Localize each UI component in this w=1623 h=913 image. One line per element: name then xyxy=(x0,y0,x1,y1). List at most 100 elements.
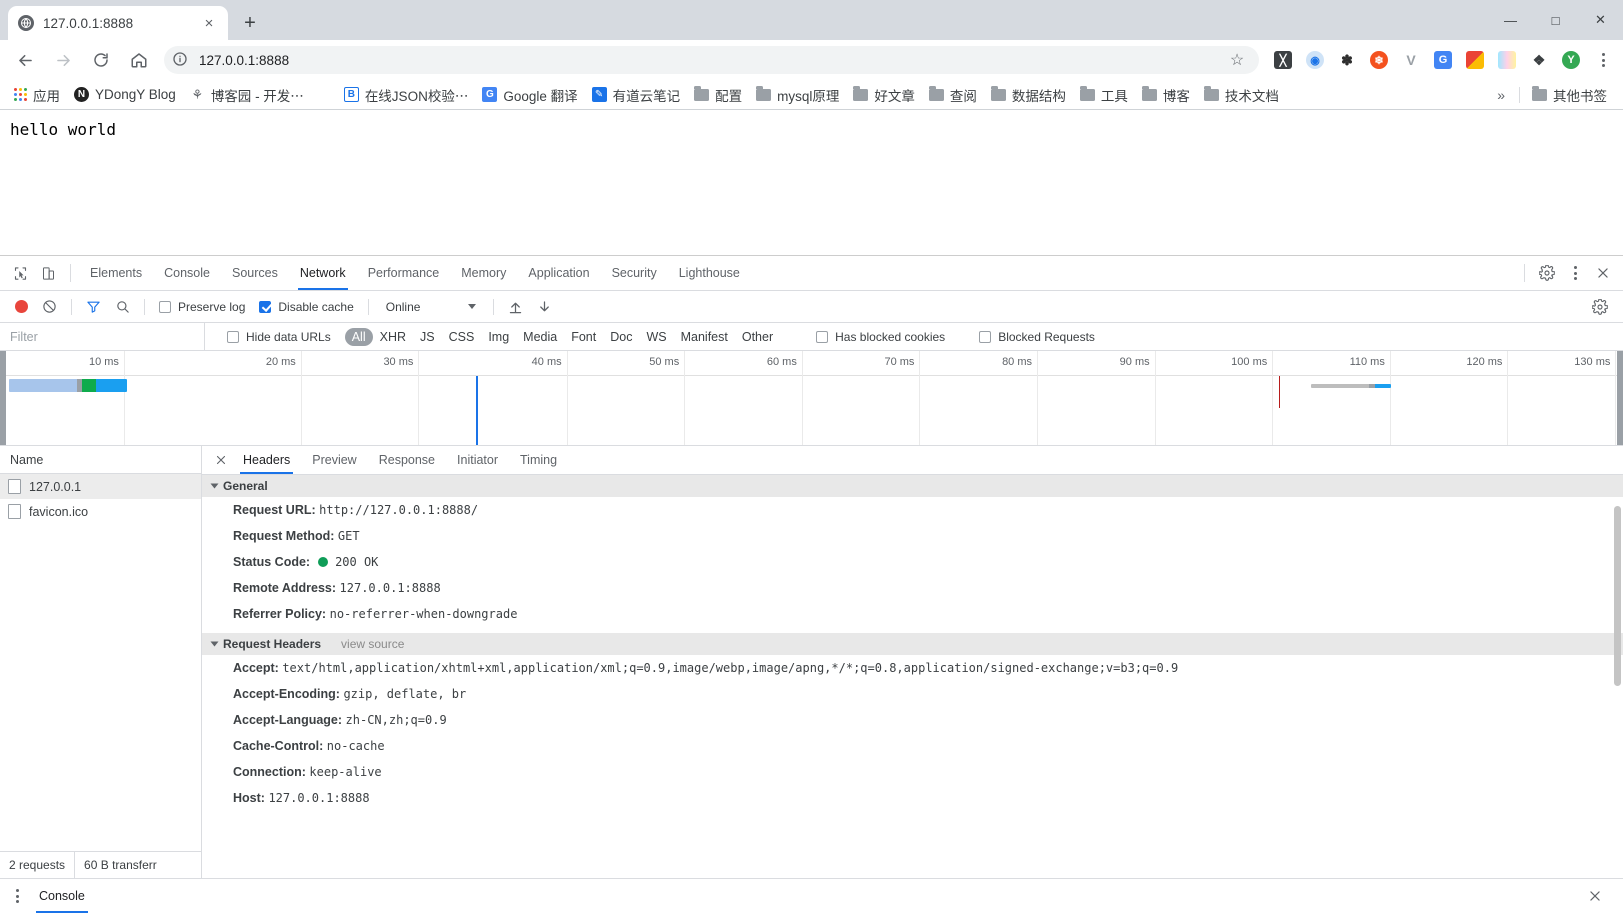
filter-type-all[interactable]: All xyxy=(344,327,373,346)
minimize-button[interactable]: — xyxy=(1488,0,1533,40)
tab-network[interactable]: Network xyxy=(289,256,357,290)
filter-type-doc[interactable]: Doc xyxy=(603,328,639,346)
drawer-tab-console[interactable]: Console xyxy=(28,879,96,913)
bookmark-folder-tools[interactable]: 工具 xyxy=(1074,83,1134,107)
bookmark-folder-config[interactable]: 配置 xyxy=(688,83,748,107)
record-stop-icon[interactable] xyxy=(8,294,35,320)
details-tab-response[interactable]: Response xyxy=(368,446,446,474)
filter-type-media[interactable]: Media xyxy=(516,328,564,346)
details-scrollbar[interactable] xyxy=(1613,506,1622,876)
throttling-select[interactable]: Online xyxy=(376,294,486,320)
filter-type-ws[interactable]: WS xyxy=(639,328,673,346)
filter-input[interactable] xyxy=(8,328,196,345)
reload-icon[interactable] xyxy=(85,44,117,76)
browser-tab[interactable]: 127.0.0.1:8888 × xyxy=(8,6,228,40)
drawer-close-icon[interactable] xyxy=(1581,883,1609,909)
overview-right-handle[interactable] xyxy=(1617,351,1623,445)
forward-icon[interactable] xyxy=(47,44,79,76)
preserve-log-checkbox[interactable]: Preserve log xyxy=(152,294,252,320)
filter-type-js[interactable]: JS xyxy=(413,328,442,346)
export-har-icon[interactable] xyxy=(530,294,559,320)
gear-icon[interactable] xyxy=(1533,260,1561,286)
filter-type-img[interactable]: Img xyxy=(481,328,516,346)
search-icon[interactable] xyxy=(108,294,137,320)
has-blocked-cookies-checkbox[interactable]: Has blocked cookies xyxy=(810,330,951,344)
extension-translate-icon[interactable]: G xyxy=(1429,46,1457,74)
bookmark-folder-data-structures[interactable]: 数据结构 xyxy=(985,83,1072,107)
extension-puzzle-icon[interactable]: ❖ xyxy=(1525,46,1553,74)
bookmark-folder-reading[interactable]: 查阅 xyxy=(923,83,983,107)
hide-data-urls-checkbox[interactable]: Hide data URLs xyxy=(221,330,337,344)
close-window-button[interactable]: ✕ xyxy=(1578,0,1623,40)
tab-close-icon[interactable]: × xyxy=(200,14,218,32)
profile-avatar[interactable]: Y xyxy=(1557,46,1585,74)
bookmarks-overflow-icon[interactable]: » xyxy=(1489,87,1513,103)
bookmark-folder-good-articles[interactable]: 好文章 xyxy=(847,83,921,107)
clear-icon[interactable] xyxy=(35,294,64,320)
maximize-button[interactable]: □ xyxy=(1533,0,1578,40)
extension-v-icon[interactable]: V xyxy=(1397,46,1425,74)
extension-gnome-icon[interactable]: ✽ xyxy=(1333,46,1361,74)
bookmark-item-ydongy-blog[interactable]: N YDongY Blog xyxy=(68,83,182,107)
inspect-cursor-icon[interactable] xyxy=(6,260,34,286)
tab-sources[interactable]: Sources xyxy=(221,256,289,290)
blocked-requests-checkbox[interactable]: Blocked Requests xyxy=(973,330,1101,344)
bookmark-item-apps[interactable]: 应用 xyxy=(8,83,66,107)
details-tab-preview[interactable]: Preview xyxy=(301,446,367,474)
more-vertical-icon[interactable] xyxy=(1561,260,1589,286)
tab-lighthouse[interactable]: Lighthouse xyxy=(668,256,751,290)
network-settings-gear-icon[interactable] xyxy=(1585,294,1615,320)
extension-gradient-icon[interactable] xyxy=(1493,46,1521,74)
extension-color-grid-icon[interactable] xyxy=(1461,46,1489,74)
import-har-icon[interactable] xyxy=(501,294,530,320)
filter-funnel-icon[interactable] xyxy=(79,294,108,320)
tab-security[interactable]: Security xyxy=(601,256,668,290)
extension-x-icon[interactable]: ╳ xyxy=(1269,46,1297,74)
filter-type-css[interactable]: CSS xyxy=(442,328,482,346)
bookmark-item-cnblogs[interactable]: ⚘ 博客园 - 开发⋯ xyxy=(184,83,310,107)
disable-cache-checkbox[interactable]: Disable cache xyxy=(252,294,360,320)
bookmark-folder-blog[interactable]: 博客 xyxy=(1136,83,1196,107)
bookmark-item-youdao-note[interactable]: ✎ 有道云笔记 xyxy=(586,83,687,107)
bookmark-folder-tech-docs[interactable]: 技术文档 xyxy=(1198,83,1285,107)
network-overview-timeline[interactable]: 10 ms 20 ms 30 ms 40 ms 50 ms 60 ms 70 m… xyxy=(0,351,1623,446)
bookmark-item-google-translate[interactable]: G Google 翻译 xyxy=(476,83,583,107)
details-tab-headers[interactable]: Headers xyxy=(232,446,301,474)
bookmark-folder-other[interactable]: 其他书签 xyxy=(1526,83,1613,107)
details-tab-initiator[interactable]: Initiator xyxy=(446,446,509,474)
new-tab-button[interactable]: + xyxy=(236,9,264,37)
info-icon[interactable] xyxy=(172,51,190,69)
device-toolbar-icon[interactable] xyxy=(34,260,62,286)
filter-type-manifest[interactable]: Manifest xyxy=(674,328,735,346)
extension-orange-icon[interactable]: ❄ xyxy=(1365,46,1393,74)
section-header-general[interactable]: General xyxy=(202,475,1623,497)
filter-type-other[interactable]: Other xyxy=(735,328,780,346)
details-tab-timing[interactable]: Timing xyxy=(509,446,568,474)
view-source-link[interactable]: view source xyxy=(341,637,404,651)
filter-type-font[interactable]: Font xyxy=(564,328,603,346)
back-icon[interactable] xyxy=(9,44,41,76)
tab-application[interactable]: Application xyxy=(517,256,600,290)
address-bar[interactable]: 127.0.0.1:8888 ☆ xyxy=(164,46,1259,74)
bookmark-folder-mysql[interactable]: mysql原理 xyxy=(750,83,845,107)
section-header-request-headers[interactable]: Request Headers view source xyxy=(202,633,1623,655)
extension-blue-ring-icon[interactable]: ◉ xyxy=(1301,46,1329,74)
scrollbar-thumb[interactable] xyxy=(1614,506,1621,686)
close-details-icon[interactable] xyxy=(210,449,232,471)
bookmark-item-json-validator[interactable]: B 在线JSON校验⋯ xyxy=(338,83,475,107)
tab-console[interactable]: Console xyxy=(153,256,221,290)
chrome-menu-icon[interactable] xyxy=(1589,46,1617,74)
request-list-header[interactable]: Name xyxy=(0,446,201,474)
table-row[interactable]: 127.0.0.1 xyxy=(0,474,201,499)
home-icon[interactable] xyxy=(123,44,155,76)
tab-memory[interactable]: Memory xyxy=(450,256,517,290)
tab-elements[interactable]: Elements xyxy=(79,256,153,290)
table-row[interactable]: favicon.ico xyxy=(0,499,201,524)
overview-canvas[interactable]: 10 ms 20 ms 30 ms 40 ms 50 ms 60 ms 70 m… xyxy=(6,351,1617,445)
filter-input-wrap[interactable] xyxy=(0,322,205,351)
close-icon[interactable] xyxy=(1589,260,1617,286)
drawer-more-vertical-icon[interactable] xyxy=(6,885,28,907)
filter-type-xhr[interactable]: XHR xyxy=(373,328,413,346)
tab-performance[interactable]: Performance xyxy=(357,256,451,290)
bookmark-star-icon[interactable]: ☆ xyxy=(1223,46,1251,74)
